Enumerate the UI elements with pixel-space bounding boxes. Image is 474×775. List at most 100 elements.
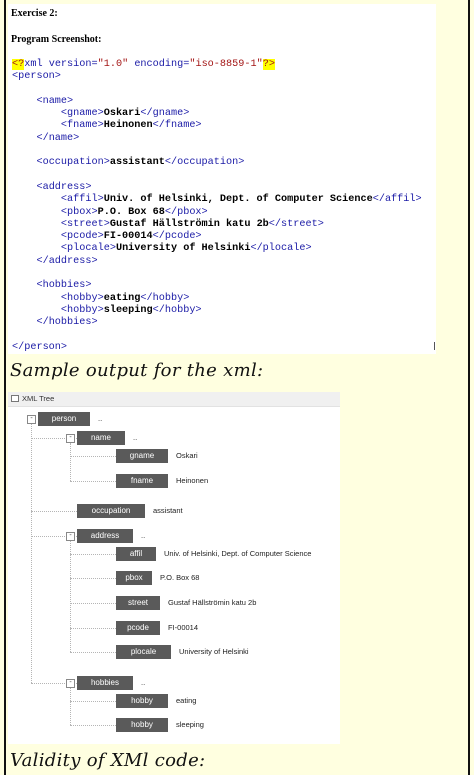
xml-token-tag: <street> — [60, 218, 110, 230]
tree-value-pcode: FI-00014 — [168, 623, 199, 632]
xml-line: </address> — [12, 256, 436, 268]
xml-token-tag: <pbox> — [60, 206, 98, 218]
tree-node-hobby2[interactable]: hobby — [116, 718, 168, 732]
xml-token-pi: ?> — [262, 59, 275, 70]
xml-token-tag: </street> — [268, 218, 324, 230]
program-screenshot-panel: Exercise 2: Program Screenshot: <?xml ve… — [8, 4, 436, 354]
xml-token-tag: xml — [24, 59, 49, 70]
tree-node-affil[interactable]: affil — [116, 547, 156, 561]
xml-token-txt — [12, 182, 36, 193]
xml-line: <?xml version="1.0" encoding="iso-8859-1… — [12, 59, 436, 71]
tree-node-plocale[interactable]: plocale — [116, 645, 171, 659]
xml-line: <hobby>sleeping</hobby> — [12, 305, 436, 317]
xml-token-txt — [12, 293, 61, 304]
xml-token-tag: <occupation> — [36, 157, 110, 169]
xml-token-txt — [12, 231, 61, 242]
tree-node-hobby1[interactable]: hobby — [116, 694, 168, 708]
xml-token-txt — [12, 108, 61, 119]
xml-source-code: <?xml version="1.0" encoding="iso-8859-1… — [12, 59, 436, 354]
xml-tree-icon — [11, 395, 19, 402]
tree-node-name[interactable]: name — [77, 431, 125, 445]
xml-token-txt — [12, 219, 61, 230]
sample-output-heading: Sample output for the xml: — [10, 360, 264, 381]
xml-token-val: sleeping — [103, 304, 153, 316]
xml-line: <gname>Oskari</gname> — [12, 108, 436, 120]
tree-toggle-hobbies[interactable]: - — [66, 679, 75, 688]
xml-token-tag: <name> — [36, 95, 74, 107]
tree-value-affil: Univ. of Helsinki, Dept. of Computer Sci… — [164, 549, 312, 558]
tree-value-name: .. — [133, 433, 138, 442]
xml-token-val: Heinonen — [103, 120, 153, 132]
xml-token-tag: </plocale> — [250, 243, 312, 255]
tree-node-pcode[interactable]: pcode — [116, 621, 160, 635]
tree-value-hobby1: eating — [176, 696, 197, 705]
xml-token-txt — [12, 317, 36, 328]
tree-value-hobbies: .. — [141, 678, 146, 687]
xml-line: </name> — [12, 133, 436, 145]
xml-line: <pcode>FI-00014</pcode> — [12, 231, 436, 243]
tree-connector — [70, 603, 116, 604]
xml-tree-header: XML Tree — [8, 392, 340, 407]
tree-node-pbox[interactable]: pbox — [116, 571, 152, 585]
tree-connector — [70, 481, 116, 482]
xml-line: <plocale>University of Helsinki</plocale… — [12, 243, 436, 255]
text-cursor — [434, 342, 435, 350]
tree-node-occupation[interactable]: occupation — [77, 504, 145, 518]
xml-line: <occupation>assistant</occupation> — [12, 157, 436, 169]
xml-token-val: eating — [103, 292, 141, 304]
xml-line: <street>Gustaf Hällströmin katu 2b</stre… — [12, 219, 436, 231]
xml-token-tag: </affil> — [372, 194, 422, 206]
tree-toggle-address[interactable]: - — [66, 532, 75, 541]
tree-connector — [70, 688, 71, 725]
xml-token-tag: <plocale> — [60, 243, 116, 255]
xml-token-txt — [12, 120, 61, 131]
tree-node-fname[interactable]: fname — [116, 474, 168, 488]
tree-value-plocale: University of Helsinki — [179, 647, 249, 656]
tree-toggle-name[interactable]: - — [66, 434, 75, 443]
screenshot-label: Program Screenshot: — [11, 34, 102, 45]
xml-token-txt — [12, 133, 36, 144]
tree-value-hobby2: sleeping — [176, 720, 204, 729]
xml-line — [12, 145, 436, 157]
xml-line: <address> — [12, 182, 436, 194]
xml-token-tag: </person> — [12, 341, 68, 353]
xml-token-txt — [12, 194, 61, 205]
xml-token-tag: </hobby> — [140, 292, 190, 304]
tree-node-street[interactable]: street — [116, 596, 160, 610]
tree-node-hobbies[interactable]: hobbies — [77, 676, 133, 690]
xml-token-tag: </pbox> — [164, 206, 208, 218]
xml-token-val: Gustaf Hällströmin katu 2b — [109, 218, 269, 230]
tree-connector — [70, 541, 71, 652]
xml-tree-panel: XML Tree - person.. - name.. gname Oskari fnam… — [8, 392, 340, 744]
xml-token-tag: <person> — [12, 71, 61, 83]
validity-heading: Validity of XMl code: — [10, 750, 206, 771]
xml-token-txt — [12, 305, 61, 316]
xml-token-tag: </address> — [36, 255, 98, 267]
xml-line: </hobbies> — [12, 317, 436, 329]
xml-token-txt — [12, 96, 36, 107]
tree-connector — [70, 554, 116, 555]
xml-token-tag: </pcode> — [152, 231, 202, 243]
tree-node-address[interactable]: address — [77, 529, 133, 543]
xml-token-val: University of Helsinki — [115, 243, 251, 255]
tree-toggle-person[interactable]: - — [27, 415, 36, 424]
xml-token-txt — [12, 157, 36, 168]
tree-connector — [31, 511, 77, 512]
xml-token-tag: </name> — [36, 132, 80, 144]
tree-value-occupation: assistant — [153, 506, 183, 515]
xml-token-val: FI-00014 — [103, 231, 153, 243]
xml-token-txt — [12, 256, 36, 267]
xml-token-val: Univ. of Helsinki, Dept. of Computer Sci… — [103, 194, 373, 206]
xml-token-val: assistant — [109, 157, 165, 169]
tree-node-gname[interactable]: gname — [116, 449, 168, 463]
xml-line: </person> — [12, 342, 436, 354]
xml-token-pi: <? — [12, 59, 25, 70]
xml-line: <hobby>eating</hobby> — [12, 293, 436, 305]
tree-node-person[interactable]: person — [38, 412, 90, 426]
tree-value-person: .. — [98, 414, 103, 423]
xml-line — [12, 84, 436, 96]
tree-connector — [70, 628, 116, 629]
tree-connector — [70, 725, 116, 726]
tree-value-street: Gustaf Hällströmin katu 2b — [168, 598, 257, 607]
xml-token-tag: <pcode> — [60, 231, 104, 243]
